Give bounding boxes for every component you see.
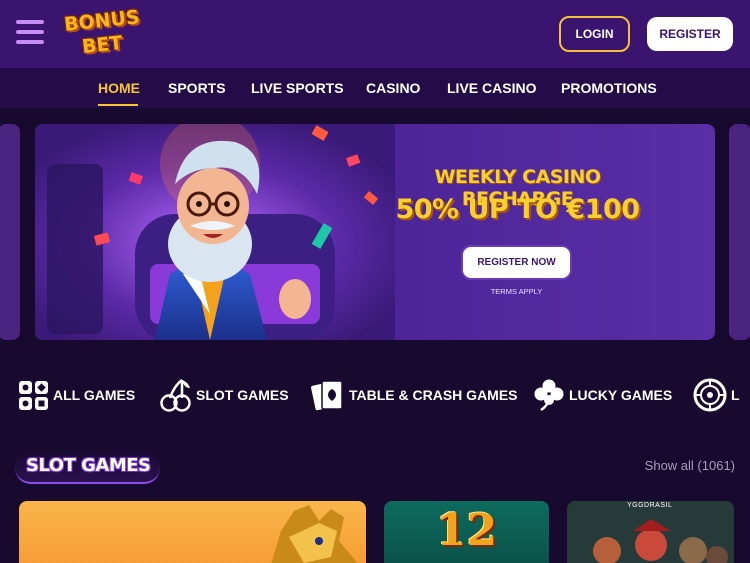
active-nav-indicator (98, 104, 138, 106)
cherries-icon (160, 379, 191, 412)
top-header: BONUS BET LOGIN REGISTER (0, 0, 750, 68)
logo-line-1: BONUS (63, 6, 141, 36)
cards-icon (311, 380, 343, 411)
terms-apply-link[interactable]: TERMS APPLY (463, 287, 570, 296)
category-label: TABLE & CRASH GAMES (349, 387, 518, 403)
promo-banner[interactable]: WEEKLY CASINO RECHARGE 50% UP TO €100 RE… (35, 124, 715, 340)
next-banner-card[interactable] (729, 124, 750, 340)
pirates-art (567, 501, 734, 563)
clover-icon (534, 379, 564, 412)
category-label: ALL GAMES (53, 387, 136, 403)
logo-line-2: BET (80, 31, 124, 59)
game-tile-egyptian[interactable] (19, 501, 366, 563)
provider-logo: YGGDRASIL (627, 502, 673, 509)
register-now-button[interactable]: REGISTER NOW (463, 247, 570, 278)
category-label: LUCKY GAMES (569, 387, 673, 403)
section-title: SLOT GAMES (26, 455, 151, 476)
category-roulette[interactable]: L (693, 378, 740, 412)
register-button[interactable]: REGISTER (647, 17, 733, 51)
anubis-art (271, 505, 358, 563)
category-slot-games[interactable]: SLOT GAMES (160, 378, 289, 412)
category-lucky-games[interactable]: LUCKY GAMES (533, 378, 672, 412)
nav-item-casino[interactable]: CASINO (366, 80, 420, 96)
game-tile-pirates[interactable]: YGGDRASIL (567, 501, 734, 563)
promo-offer: 50% UP TO €100 (395, 194, 640, 225)
login-button[interactable]: LOGIN (559, 16, 630, 52)
bonus-bet-logo[interactable]: BONUS BET (60, 6, 152, 60)
nav-item-sports[interactable]: SPORTS (168, 80, 226, 96)
main-nav: HOME SPORTS LIVE SPORTS CASINO LIVE CASI… (0, 68, 750, 108)
menu-icon[interactable] (16, 20, 44, 46)
grid-icon (19, 380, 48, 410)
casino-host-illustration (35, 124, 395, 340)
category-label: L (731, 387, 740, 403)
roulette-icon (693, 378, 727, 412)
nav-item-promotions[interactable]: PROMOTIONS (561, 80, 657, 96)
game-title-art: 12 (436, 505, 498, 556)
nav-item-live-sports[interactable]: LIVE SPORTS (251, 80, 344, 96)
category-all-games[interactable]: ALL GAMES (18, 378, 135, 412)
nav-item-home[interactable]: HOME (98, 80, 140, 96)
category-label: SLOT GAMES (196, 387, 289, 403)
nav-item-live-casino[interactable]: LIVE CASINO (447, 80, 536, 96)
game-tile-12-coins[interactable]: 12 (384, 501, 549, 563)
category-table-crash-games[interactable]: TABLE & CRASH GAMES (311, 378, 518, 412)
prev-banner-card[interactable] (0, 124, 20, 340)
show-all-link[interactable]: Show all (1061) (645, 458, 735, 473)
